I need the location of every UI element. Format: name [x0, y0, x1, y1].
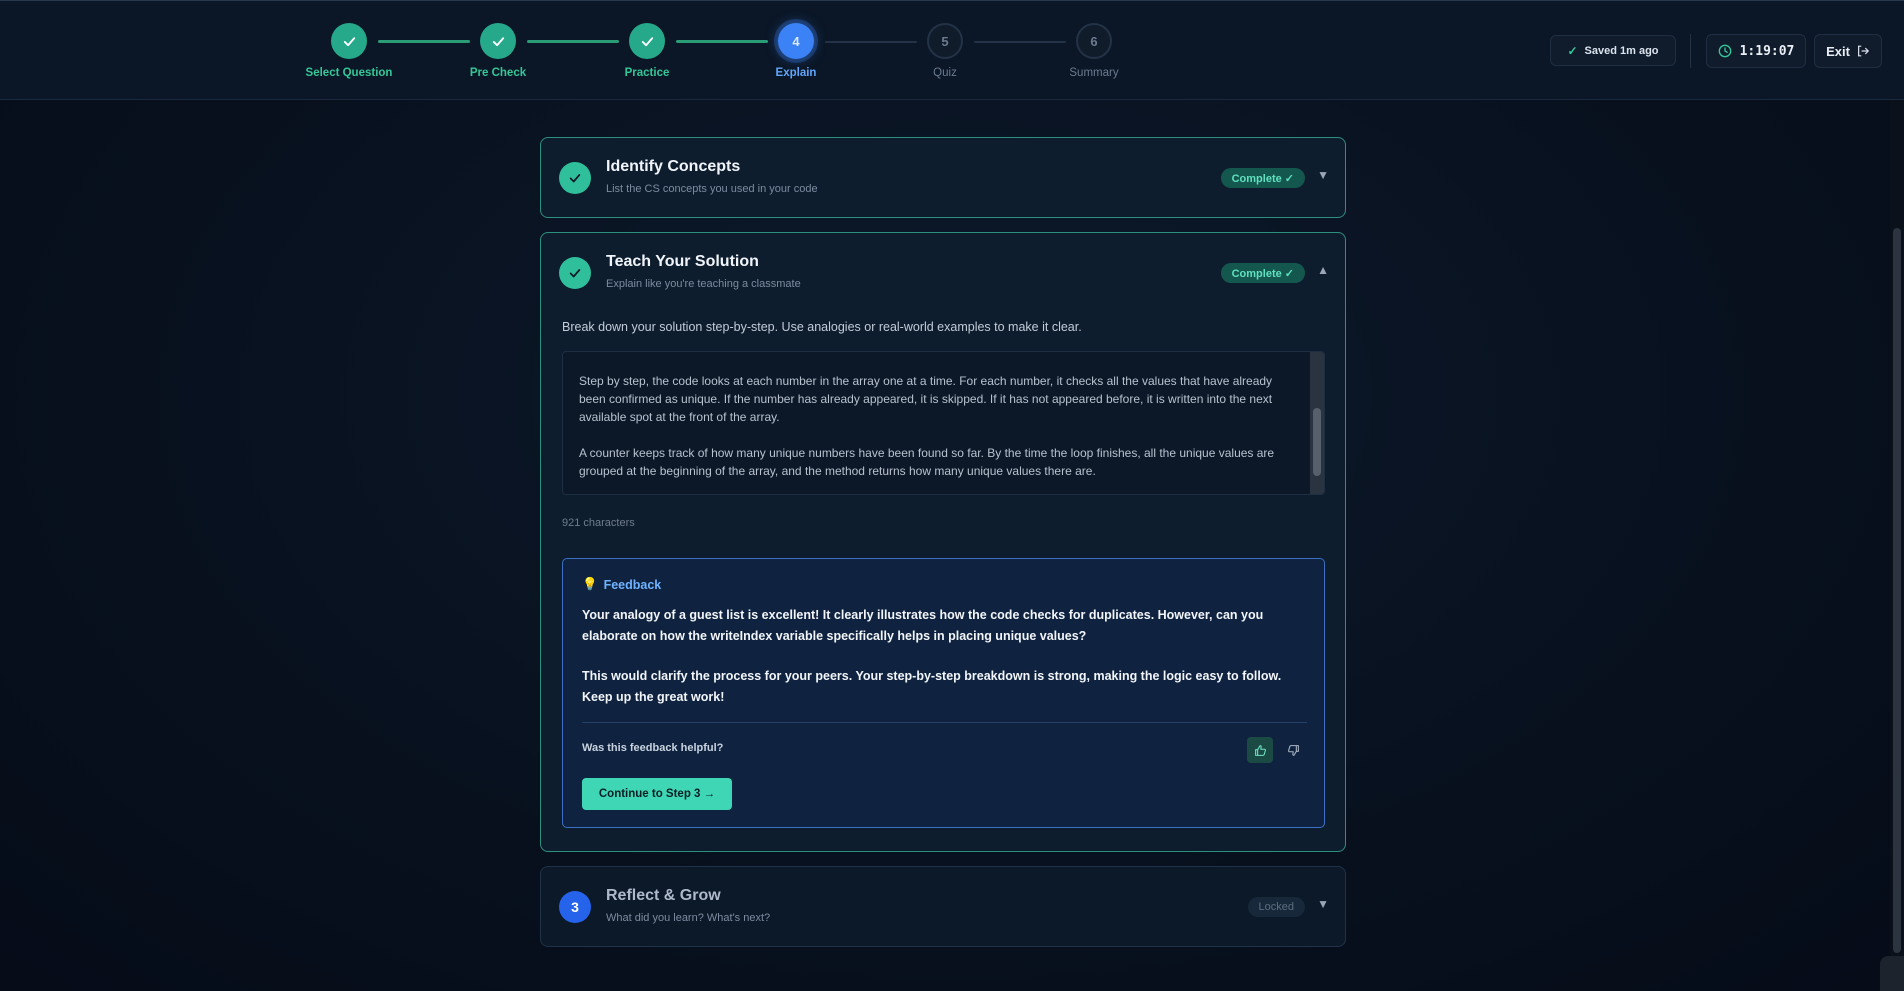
- card-header[interactable]: Identify Concepts List the CS concepts y…: [541, 138, 1345, 218]
- explanation-textarea[interactable]: Step by step, the code looks at each num…: [562, 351, 1325, 495]
- step-number-badge: 3: [559, 891, 591, 923]
- step-number: 5: [927, 23, 963, 59]
- step-number: 4: [778, 23, 814, 59]
- answer-paragraph: Step by step, the code looks at each num…: [579, 374, 1273, 424]
- check-icon: [559, 162, 591, 194]
- card-title: Reflect & Grow: [606, 887, 721, 904]
- thumbs-up-icon: [1254, 744, 1266, 756]
- top-bar: Select Question Pre Check Practice 4 Exp…: [0, 0, 1904, 100]
- prompt-text: Break down your solution step-by-step. U…: [562, 320, 1082, 334]
- step-label: Quiz: [933, 67, 957, 79]
- check-icon: [559, 257, 591, 289]
- character-count: 921 characters: [562, 517, 635, 529]
- check-icon: [629, 23, 665, 59]
- answer-paragraph: A counter keeps track of how many unique…: [579, 446, 1275, 478]
- chevron-down-icon[interactable]: ▼: [1317, 897, 1329, 911]
- status-badge: Complete ✓: [1220, 168, 1305, 188]
- textarea-scrollbar[interactable]: [1310, 352, 1324, 494]
- divider: [1690, 34, 1691, 68]
- step-label: Pre Check: [469, 67, 527, 79]
- step-summary[interactable]: 6 Summary: [1024, 23, 1164, 79]
- step-pre-check[interactable]: Pre Check: [428, 23, 568, 79]
- clock-icon: [1718, 44, 1731, 58]
- feedback-panel: 💡 Feedback Your analogy of a guest list …: [562, 558, 1325, 828]
- scrollbar-thumb[interactable]: [1893, 228, 1901, 953]
- exit-label: Exit: [1826, 43, 1850, 59]
- feedback-body: Your analogy of a guest list is excellen…: [582, 605, 1307, 727]
- timer-text: 1:19:07: [1739, 43, 1795, 59]
- card-header[interactable]: Teach Your Solution Explain like you're …: [541, 233, 1345, 313]
- card-subtitle: What did you learn? What's next?: [606, 912, 771, 924]
- card-header[interactable]: 3 Reflect & Grow What did you learn? Wha…: [541, 867, 1345, 947]
- chevron-up-icon[interactable]: ▲: [1317, 263, 1329, 277]
- step-label: Practice: [624, 67, 670, 79]
- step-explain[interactable]: 4 Explain: [726, 23, 866, 79]
- card-reflect-grow: 3 Reflect & Grow What did you learn? Wha…: [540, 866, 1346, 947]
- step-label: Explain: [775, 67, 817, 79]
- saved-status: ✓ Saved 1m ago: [1550, 35, 1676, 66]
- feedback-title: Feedback: [603, 577, 662, 592]
- card-title: Identify Concepts: [606, 158, 741, 175]
- saved-label: Saved 1m ago: [1584, 44, 1659, 57]
- step-number: 6: [1076, 23, 1112, 59]
- check-icon: [331, 23, 367, 59]
- page-scrollbar[interactable]: [1890, 100, 1904, 991]
- session-timer: 1:19:07: [1706, 34, 1806, 68]
- check-icon: [480, 23, 516, 59]
- continue-button[interactable]: Continue to Step 3 →: [582, 778, 732, 810]
- lightbulb-icon: 💡: [582, 577, 598, 591]
- logout-icon: [1857, 45, 1869, 57]
- step-practice[interactable]: Practice: [577, 23, 717, 79]
- step-label: Select Question: [305, 67, 393, 79]
- card-subtitle: List the CS concepts you used in your co…: [606, 183, 818, 195]
- divider: [582, 722, 1307, 723]
- feedback-paragraph: Your analogy of a guest list is excellen…: [582, 608, 1264, 643]
- status-badge: Locked: [1247, 897, 1305, 917]
- thumbs-up-button[interactable]: [1247, 737, 1273, 763]
- corner-widget[interactable]: [1880, 956, 1904, 991]
- step-quiz[interactable]: 5 Quiz: [875, 23, 1015, 79]
- check-icon: ✓: [1567, 43, 1578, 58]
- status-badge: Complete ✓: [1220, 263, 1305, 283]
- step-label: Summary: [1069, 67, 1119, 79]
- feedback-paragraph: This would clarify the process for your …: [582, 669, 1282, 704]
- chevron-down-icon[interactable]: ▼: [1317, 168, 1329, 182]
- scrollbar-thumb[interactable]: [1313, 408, 1321, 476]
- thumbs-down-button[interactable]: [1280, 737, 1306, 763]
- feedback-heading: 💡 Feedback: [582, 577, 661, 592]
- helpful-question: Was this feedback helpful?: [582, 742, 724, 754]
- step-select-question[interactable]: Select Question: [279, 23, 419, 79]
- card-subtitle: Explain like you're teaching a classmate: [606, 278, 801, 290]
- exit-button[interactable]: Exit: [1814, 34, 1882, 68]
- card-title: Teach Your Solution: [606, 253, 759, 270]
- card-identify-concepts: Identify Concepts List the CS concepts y…: [540, 137, 1346, 218]
- card-teach-solution: Teach Your Solution Explain like you're …: [540, 232, 1346, 852]
- thumbs-down-icon: [1287, 744, 1299, 756]
